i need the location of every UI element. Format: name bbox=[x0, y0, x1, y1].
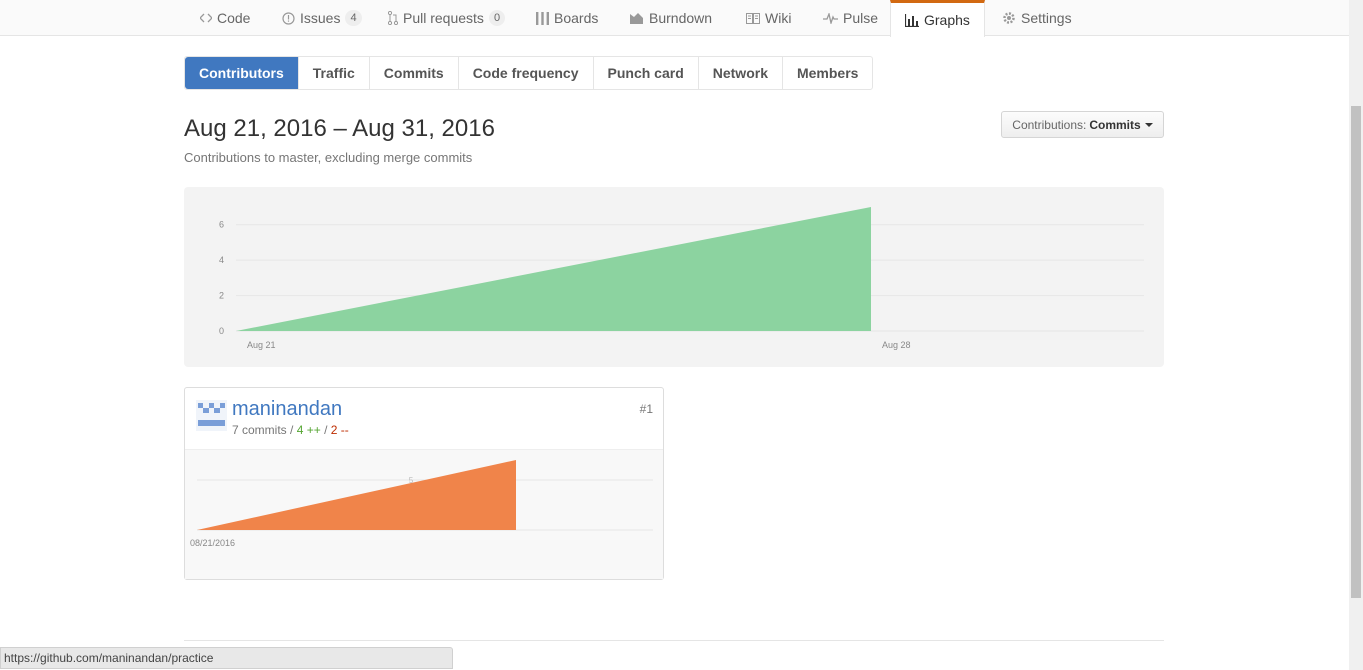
contributors-chart: 0 2 4 6 Aug 21 Aug 28 bbox=[184, 187, 1164, 367]
tab-label: Code bbox=[217, 10, 251, 26]
tab-label: Graphs bbox=[924, 12, 970, 28]
book-icon bbox=[746, 12, 760, 24]
contributions-type-select[interactable]: Contributions: Commits bbox=[1001, 111, 1164, 138]
graph-subtitle: Contributions to master, excluding merge… bbox=[184, 150, 473, 165]
contributors-chart-svg: 0 2 4 6 Aug 21 Aug 28 bbox=[219, 207, 1144, 350]
subnav-network[interactable]: Network bbox=[697, 57, 782, 89]
contributor-commits-area bbox=[197, 460, 516, 530]
commits-area bbox=[236, 207, 871, 331]
y-tick-label: 6 bbox=[219, 220, 224, 230]
date-range-title: Aug 21, 2016 – Aug 31, 2016 bbox=[184, 115, 495, 142]
contributor-chart-svg: 508/21/2016 bbox=[190, 460, 653, 548]
y-tick-label: 2 bbox=[219, 291, 224, 301]
graphs-subnav: Contributors Traffic Commits Code freque… bbox=[184, 56, 874, 90]
scrollbar-thumb[interactable] bbox=[1351, 106, 1361, 598]
stats-separator: / bbox=[324, 423, 328, 437]
tab-label: Settings bbox=[1021, 10, 1072, 26]
tab-code[interactable]: Code bbox=[186, 0, 264, 36]
tab-burndown[interactable]: Burndown bbox=[616, 0, 726, 36]
tab-label: Wiki bbox=[765, 10, 792, 26]
contributor-stats: 7 commits / 4 ++ / 2 -- bbox=[232, 423, 349, 437]
contributor-name[interactable]: maninandan bbox=[232, 398, 342, 421]
tab-issues[interactable]: Issues 4 bbox=[268, 0, 376, 36]
deletions-count: 2 -- bbox=[330, 423, 349, 437]
status-url: https://github.com/maninandan/practice bbox=[4, 651, 214, 665]
tab-boards[interactable]: Boards bbox=[522, 0, 612, 36]
stats-separator: / bbox=[290, 423, 294, 437]
repo-nav: Code Issues 4 Pull requests 0 Boards Bur… bbox=[0, 0, 1349, 37]
code-icon bbox=[200, 13, 212, 23]
contributor-card: maninandan 7 commits / 4 ++ / 2 -- #1 50… bbox=[184, 387, 664, 580]
burndown-icon bbox=[630, 12, 644, 24]
tab-graphs[interactable]: Graphs bbox=[890, 0, 985, 37]
tab-settings[interactable]: Settings bbox=[988, 0, 1086, 36]
subnav-code-frequency[interactable]: Code frequency bbox=[457, 57, 593, 89]
tab-label: Boards bbox=[554, 10, 599, 26]
x-tick-label: Aug 28 bbox=[882, 340, 911, 350]
commits-count[interactable]: 7 commits bbox=[232, 423, 287, 437]
boards-icon bbox=[536, 11, 549, 25]
tab-label: Pulse bbox=[843, 10, 879, 26]
pull-requests-counter: 0 bbox=[488, 10, 506, 26]
subnav-punch-card[interactable]: Punch card bbox=[592, 57, 698, 89]
git-pull-request-icon bbox=[388, 11, 398, 25]
caret-down-icon bbox=[1144, 122, 1153, 127]
tab-wiki[interactable]: Wiki bbox=[732, 0, 805, 36]
issues-counter: 4 bbox=[345, 10, 362, 26]
additions-count: 4 ++ bbox=[296, 423, 321, 437]
contributions-prefix: Contributions: bbox=[1012, 117, 1087, 132]
subnav-commits[interactable]: Commits bbox=[368, 57, 458, 89]
subnav-contributors[interactable]: Contributors bbox=[185, 57, 298, 89]
page-scrollbar[interactable] bbox=[1349, 0, 1363, 670]
tab-label: Issues bbox=[300, 10, 341, 26]
contributor-rank: #1 bbox=[639, 402, 653, 416]
issue-opened-icon bbox=[282, 11, 295, 25]
tab-label: Burndown bbox=[649, 10, 713, 26]
avatar[interactable] bbox=[196, 400, 227, 431]
tab-pulse[interactable]: Pulse bbox=[809, 0, 892, 36]
gear-icon bbox=[1002, 11, 1016, 25]
contributions-value: Commits bbox=[1089, 117, 1141, 132]
subnav-members[interactable]: Members bbox=[781, 57, 872, 89]
pulse-icon bbox=[823, 12, 838, 24]
y-tick-label: 0 bbox=[219, 326, 224, 336]
x-tick-label: Aug 21 bbox=[247, 340, 276, 350]
browser-status-bar: https://github.com/maninandan/practice bbox=[0, 647, 453, 669]
x-tick-label: 08/21/2016 bbox=[190, 538, 235, 548]
footer-divider bbox=[184, 640, 1164, 641]
contributor-chart: 5 08/21/2016 bbox=[185, 449, 663, 579]
subnav-traffic[interactable]: Traffic bbox=[297, 57, 369, 89]
y-tick-label: 4 bbox=[219, 255, 224, 265]
tab-label: Pull requests bbox=[403, 10, 484, 26]
graph-icon bbox=[905, 13, 919, 27]
tab-pull-requests[interactable]: Pull requests 0 bbox=[374, 0, 519, 36]
